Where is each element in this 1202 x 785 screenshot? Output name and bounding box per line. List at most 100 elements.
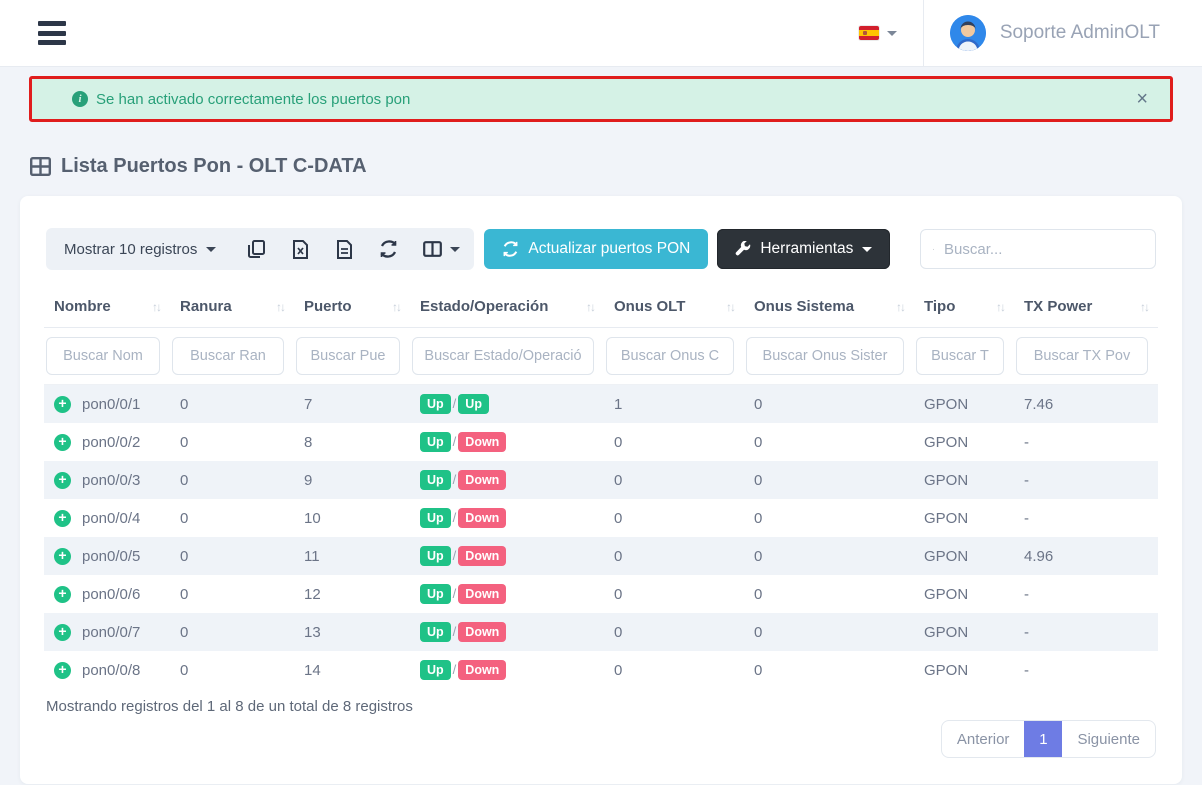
onus-sistema-cell: 0 (744, 499, 914, 537)
port-name-cell: +pon0/0/6 (44, 575, 170, 613)
port-name-cell: +pon0/0/1 (44, 385, 170, 424)
expand-row-icon[interactable]: + (54, 548, 71, 565)
status-cell: Up/Down (410, 461, 604, 499)
chevron-down-icon[interactable] (450, 247, 460, 252)
pon-ports-table: Nombre↑↓Ranura↑↓Puerto↑↓Estado/Operación… (44, 288, 1158, 689)
column-header-onus-sistema[interactable]: Onus Sistema↑↓ (744, 288, 914, 328)
puerto-cell: 10 (294, 499, 410, 537)
tx-power-cell: - (1014, 613, 1158, 651)
search-input[interactable] (944, 241, 1143, 258)
status-badge: Up (420, 546, 451, 566)
expand-row-icon[interactable]: + (54, 510, 71, 527)
tools-dropdown-button[interactable]: Herramientas (717, 229, 890, 269)
chevron-down-icon (887, 31, 897, 36)
tipo-cell: GPON (914, 575, 1014, 613)
expand-row-icon[interactable]: + (54, 472, 71, 489)
expand-row-icon[interactable]: + (54, 586, 71, 603)
table-row: +pon0/0/6012Up/Down00GPON- (44, 575, 1158, 613)
language-dropdown[interactable] (833, 26, 923, 40)
operation-badge: Down (458, 546, 506, 566)
columns-visibility-icon[interactable] (412, 228, 452, 270)
column-header-estado-operaci-n[interactable]: Estado/Operación↑↓ (410, 288, 604, 328)
sort-icon: ↑↓ (896, 298, 904, 314)
column-header-nombre[interactable]: Nombre↑↓ (44, 288, 170, 328)
sort-icon: ↑↓ (996, 298, 1004, 314)
column-header-tx-power[interactable]: TX Power↑↓ (1014, 288, 1158, 328)
filter-input-3[interactable] (412, 337, 594, 375)
tipo-cell: GPON (914, 537, 1014, 575)
onus-olt-cell: 0 (604, 537, 744, 575)
update-pon-ports-button[interactable]: Actualizar puertos PON (484, 229, 708, 269)
port-name-cell: +pon0/0/7 (44, 613, 170, 651)
filter-input-7[interactable] (1016, 337, 1148, 375)
pagination: Anterior 1 Siguiente (941, 720, 1156, 758)
datatable-controls: Mostrar 10 registros (46, 228, 474, 270)
menu-toggle-icon[interactable] (38, 21, 66, 45)
onus-olt-cell: 1 (604, 385, 744, 424)
table-toolbar: Mostrar 10 registros (46, 228, 1156, 270)
filter-input-2[interactable] (296, 337, 400, 375)
expand-row-icon[interactable]: + (54, 624, 71, 641)
pagination-page-1[interactable]: 1 (1024, 721, 1062, 757)
status-badge: Up (420, 660, 451, 680)
status-cell: Up/Down (410, 613, 604, 651)
status-cell: Up/Down (410, 651, 604, 689)
puerto-cell: 12 (294, 575, 410, 613)
chevron-down-icon (206, 247, 216, 252)
excel-icon[interactable] (280, 228, 320, 270)
sort-icon: ↑↓ (392, 298, 400, 314)
table-search (920, 229, 1156, 269)
puerto-cell: 14 (294, 651, 410, 689)
tipo-cell: GPON (914, 461, 1014, 499)
expand-row-icon[interactable]: + (54, 662, 71, 679)
refresh-icon[interactable] (368, 228, 408, 270)
tx-power-cell: - (1014, 461, 1158, 499)
ranura-cell: 0 (170, 385, 294, 424)
onus-sistema-cell: 0 (744, 461, 914, 499)
port-name-cell: +pon0/0/4 (44, 499, 170, 537)
status-cell: Up/Down (410, 499, 604, 537)
tipo-cell: GPON (914, 651, 1014, 689)
puerto-cell: 8 (294, 423, 410, 461)
ranura-cell: 0 (170, 613, 294, 651)
port-name-cell: +pon0/0/3 (44, 461, 170, 499)
operation-badge: Down (458, 622, 506, 642)
column-header-onus-olt[interactable]: Onus OLT↑↓ (604, 288, 744, 328)
onus-olt-cell: 0 (604, 423, 744, 461)
file-icon[interactable] (324, 228, 364, 270)
page-title: Lista Puertos Pon - OLT C-DATA (30, 155, 367, 178)
operation-badge: Down (458, 508, 506, 528)
status-badge: Up (420, 432, 451, 452)
table-row: +pon0/0/8014Up/Down00GPON- (44, 651, 1158, 689)
column-header-puerto[interactable]: Puerto↑↓ (294, 288, 410, 328)
user-menu[interactable]: Soporte AdminOLT (923, 0, 1202, 66)
page-length-dropdown[interactable]: Mostrar 10 registros (64, 241, 216, 258)
onus-olt-cell: 0 (604, 461, 744, 499)
copy-icon[interactable] (236, 228, 276, 270)
filter-input-1[interactable] (172, 337, 284, 375)
onus-olt-cell: 0 (604, 575, 744, 613)
filter-input-4[interactable] (606, 337, 734, 375)
onus-olt-cell: 0 (604, 651, 744, 689)
status-badge: Up (420, 622, 451, 642)
tx-power-cell: 7.46 (1014, 385, 1158, 424)
ranura-cell: 0 (170, 537, 294, 575)
table-row: +pon0/0/5011Up/Down00GPON4.96 (44, 537, 1158, 575)
column-header-tipo[interactable]: Tipo↑↓ (914, 288, 1014, 328)
tx-power-cell: - (1014, 499, 1158, 537)
filter-input-5[interactable] (746, 337, 904, 375)
filter-input-0[interactable] (46, 337, 160, 375)
pagination-next[interactable]: Siguiente (1062, 721, 1155, 757)
expand-row-icon[interactable]: + (54, 396, 71, 413)
table-row: +pon0/0/208Up/Down00GPON- (44, 423, 1158, 461)
filter-input-6[interactable] (916, 337, 1004, 375)
pagination-previous[interactable]: Anterior (942, 721, 1025, 757)
close-icon[interactable]: × (1136, 89, 1148, 109)
sort-icon: ↑↓ (276, 298, 284, 314)
operation-badge: Down (458, 660, 506, 680)
expand-row-icon[interactable]: + (54, 434, 71, 451)
table-filter-row (44, 328, 1158, 385)
port-name-cell: +pon0/0/2 (44, 423, 170, 461)
column-header-ranura[interactable]: Ranura↑↓ (170, 288, 294, 328)
table-row: +pon0/0/4010Up/Down00GPON- (44, 499, 1158, 537)
